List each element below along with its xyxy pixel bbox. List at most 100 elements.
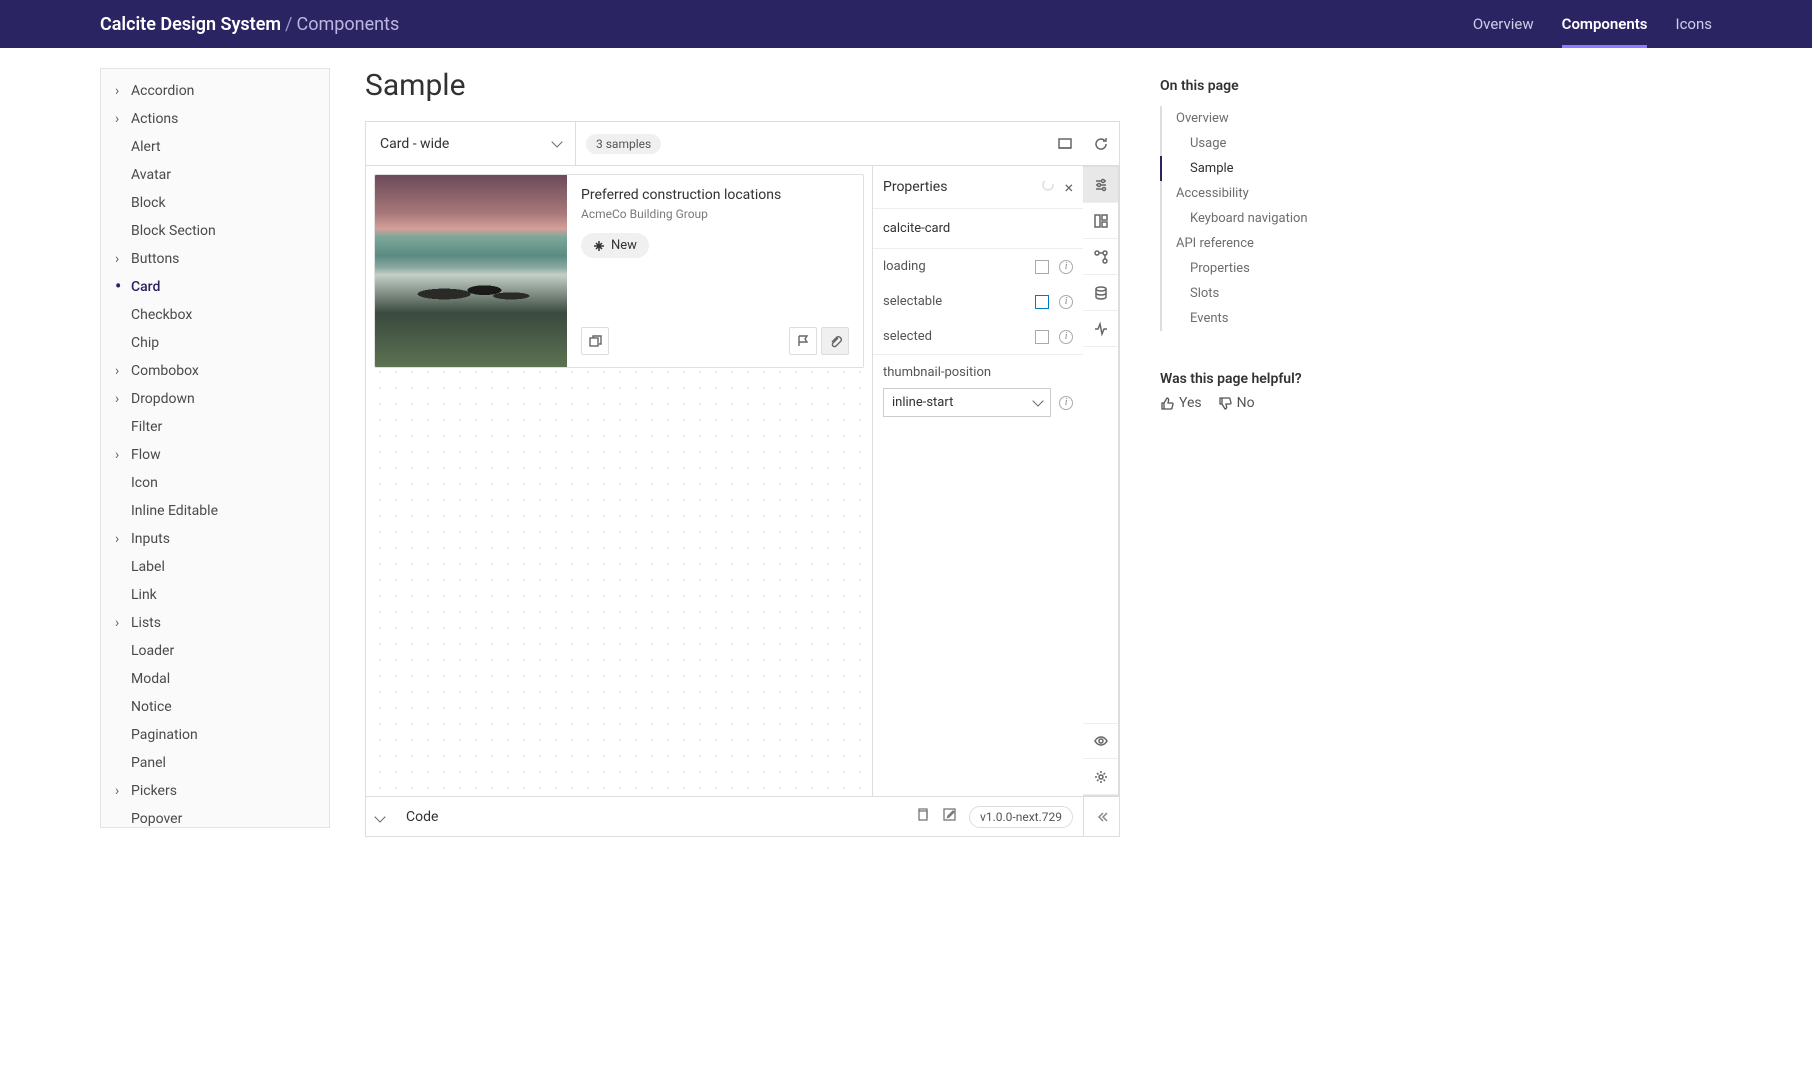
- card-action-attach[interactable]: [821, 327, 849, 355]
- toc-item-api-reference[interactable]: API reference: [1160, 231, 1400, 256]
- preview-canvas: Preferred construction locations AcmeCo …: [366, 166, 872, 796]
- sidebar-item-block-section[interactable]: Block Section: [101, 217, 329, 245]
- card-chip-new[interactable]: New: [581, 233, 649, 258]
- nav-icons[interactable]: Icons: [1675, 15, 1712, 33]
- card-action-flag[interactable]: [789, 327, 817, 355]
- refresh-icon[interactable]: [1083, 122, 1119, 165]
- toc-item-sample[interactable]: Sample: [1160, 156, 1400, 181]
- card-subtitle: AcmeCo Building Group: [581, 207, 849, 221]
- site-header: Calcite Design System/Components Overvie…: [0, 0, 1812, 48]
- sidebar-list[interactable]: AccordionActionsAlertAvatarBlockBlock Se…: [100, 68, 330, 828]
- sidebar-item-inputs[interactable]: Inputs: [101, 525, 329, 553]
- prop-row-loading: loading i: [873, 249, 1083, 284]
- prop-thumbnail-position-label: thumbnail-position: [883, 365, 1073, 380]
- info-icon[interactable]: i: [1059, 330, 1073, 344]
- toc-item-events[interactable]: Events: [1160, 306, 1400, 331]
- sidebar-item-popover[interactable]: Popover: [101, 805, 329, 828]
- samples-count-chip: 3 samples: [586, 134, 661, 154]
- toc: OverviewUsageSampleAccessibilityKeyboard…: [1160, 106, 1400, 331]
- sidebar-item-accordion[interactable]: Accordion: [101, 77, 329, 105]
- sidebar-item-flow[interactable]: Flow: [101, 441, 329, 469]
- site-title[interactable]: Calcite Design System/Components: [100, 14, 399, 35]
- sidebar-item-buttons[interactable]: Buttons: [101, 245, 329, 273]
- toc-heading: On this page: [1160, 78, 1400, 94]
- copy-icon[interactable]: [915, 807, 930, 826]
- toc-item-accessibility[interactable]: Accessibility: [1160, 181, 1400, 206]
- sidebar-item-checkbox[interactable]: Checkbox: [101, 301, 329, 329]
- code-label: Code: [406, 809, 438, 825]
- sidebar-item-actions[interactable]: Actions: [101, 105, 329, 133]
- thumbs-down-icon: [1218, 396, 1233, 411]
- prop-row-selected: selected i: [873, 319, 1083, 354]
- code-bar: Code v1.0.0-next.729: [365, 797, 1084, 837]
- info-icon[interactable]: i: [1059, 295, 1073, 309]
- close-icon[interactable]: ×: [1065, 178, 1074, 197]
- nav-overview[interactable]: Overview: [1473, 15, 1534, 33]
- sidebar-item-alert[interactable]: Alert: [101, 133, 329, 161]
- collapse-rail-button[interactable]: [1084, 797, 1120, 837]
- sidebar-item-filter[interactable]: Filter: [101, 413, 329, 441]
- code-expand-chevron[interactable]: [376, 809, 384, 825]
- toc-item-usage[interactable]: Usage: [1160, 131, 1400, 156]
- sidebar-item-pagination[interactable]: Pagination: [101, 721, 329, 749]
- component-tag-name: calcite-card: [873, 209, 1083, 249]
- sidebar-item-label[interactable]: Label: [101, 553, 329, 581]
- sidebar-item-card[interactable]: Card: [101, 273, 329, 301]
- rail-sliders-icon[interactable]: [1083, 167, 1118, 203]
- preview-card[interactable]: Preferred construction locations AcmeCo …: [374, 174, 864, 368]
- sidebar-item-icon[interactable]: Icon: [101, 469, 329, 497]
- prop-checkbox-selected[interactable]: [1035, 330, 1049, 344]
- chevron-down-icon: [1032, 395, 1043, 406]
- sidebar-item-modal[interactable]: Modal: [101, 665, 329, 693]
- properties-title: Properties: [883, 179, 947, 195]
- version-chip: v1.0.0-next.729: [969, 806, 1073, 828]
- sidebar-item-lists[interactable]: Lists: [101, 609, 329, 637]
- helpful-yes[interactable]: Yes: [1160, 395, 1202, 411]
- toc-item-slots[interactable]: Slots: [1160, 281, 1400, 306]
- prop-label: loading: [883, 259, 926, 274]
- chevron-down-icon: [551, 136, 562, 147]
- sparkle-icon: [593, 240, 605, 252]
- info-icon[interactable]: i: [1059, 260, 1073, 274]
- sidebar-item-loader[interactable]: Loader: [101, 637, 329, 665]
- sidebar-item-link[interactable]: Link: [101, 581, 329, 609]
- sidebar-item-panel[interactable]: Panel: [101, 749, 329, 777]
- info-icon[interactable]: i: [1059, 396, 1073, 410]
- thumbnail-position-select[interactable]: inline-start: [883, 388, 1051, 417]
- thumbs-up-icon: [1160, 396, 1175, 411]
- page-title: Sample: [365, 68, 1120, 103]
- prop-row-selectable: selectablei: [873, 284, 1083, 319]
- rail-settings-icon[interactable]: [1083, 759, 1118, 795]
- prop-checkbox-selectable[interactable]: [1035, 295, 1049, 309]
- sample-select[interactable]: Card - wide: [366, 122, 576, 165]
- side-rail: [1083, 166, 1119, 796]
- nav-components[interactable]: Components: [1562, 15, 1648, 48]
- prop-label: selected: [883, 329, 932, 344]
- paperclip-icon: [828, 334, 842, 348]
- sidebar-item-notice[interactable]: Notice: [101, 693, 329, 721]
- rail-tree-icon[interactable]: [1083, 239, 1118, 275]
- card-thumbnail: [375, 175, 567, 367]
- toc-item-keyboard-navigation[interactable]: Keyboard navigation: [1160, 206, 1400, 231]
- edit-icon[interactable]: [942, 807, 957, 826]
- toc-item-properties[interactable]: Properties: [1160, 256, 1400, 281]
- fullscreen-icon[interactable]: [1047, 122, 1083, 165]
- toc-item-overview[interactable]: Overview: [1160, 106, 1400, 131]
- sidebar-item-pickers[interactable]: Pickers: [101, 777, 329, 805]
- helpful-no[interactable]: No: [1218, 395, 1255, 411]
- card-action-popup[interactable]: [581, 327, 609, 355]
- card-heading: Preferred construction locations: [581, 187, 849, 203]
- sidebar-item-block[interactable]: Block: [101, 189, 329, 217]
- sidebar-item-dropdown[interactable]: Dropdown: [101, 385, 329, 413]
- helpful-question: Was this page helpful?: [1160, 371, 1400, 387]
- sidebar-item-combobox[interactable]: Combobox: [101, 357, 329, 385]
- sidebar-item-avatar[interactable]: Avatar: [101, 161, 329, 189]
- rail-layout-icon[interactable]: [1083, 203, 1118, 239]
- rail-activity-icon[interactable]: [1083, 311, 1118, 347]
- rail-data-icon[interactable]: [1083, 275, 1118, 311]
- sidebar-item-inline-editable[interactable]: Inline Editable: [101, 497, 329, 525]
- flag-icon: [796, 334, 810, 348]
- prop-checkbox-loading[interactable]: [1035, 260, 1049, 274]
- rail-view-icon[interactable]: [1083, 723, 1118, 759]
- sidebar-item-chip[interactable]: Chip: [101, 329, 329, 357]
